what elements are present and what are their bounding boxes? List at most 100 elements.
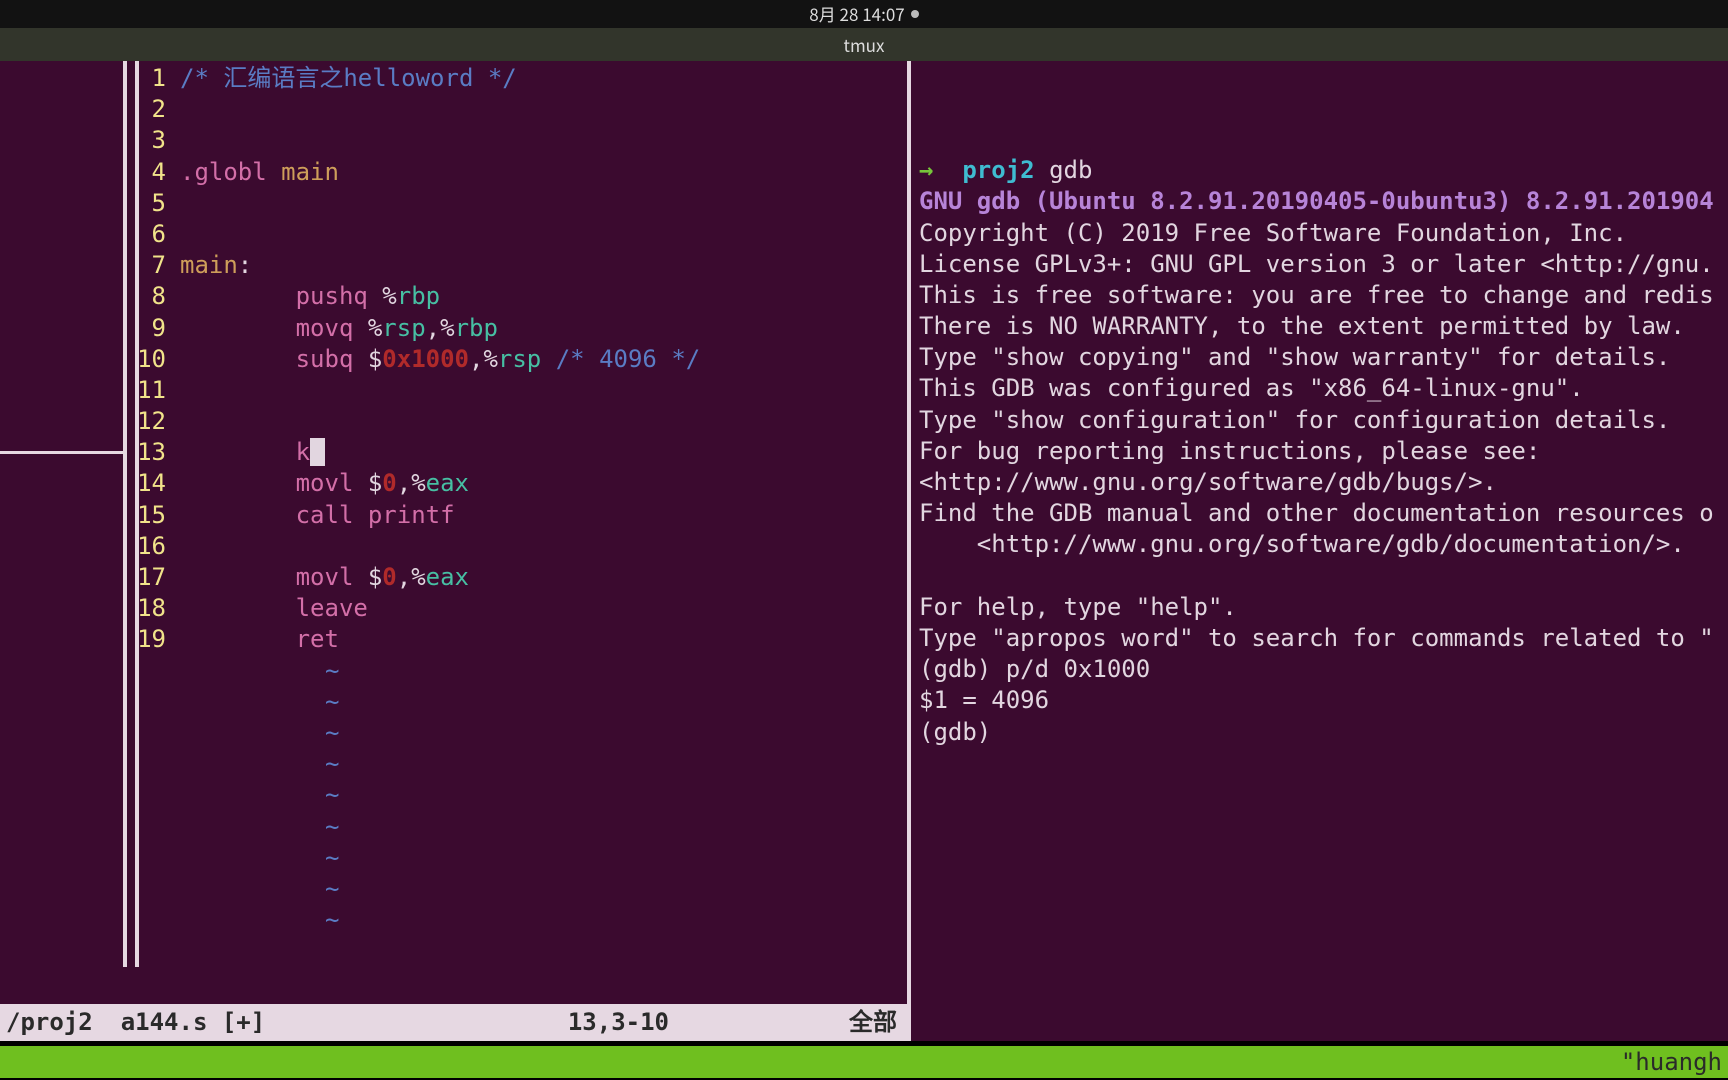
line-number: 9 bbox=[0, 313, 180, 344]
code-line[interactable]: 6 bbox=[0, 219, 907, 250]
code-line[interactable]: 2 bbox=[0, 94, 907, 125]
code-text: pushq %rbp bbox=[180, 281, 907, 312]
terminal-line: Type "show configuration" for configurat… bbox=[919, 405, 1728, 436]
terminal-line: There is NO WARRANTY, to the extent perm… bbox=[919, 311, 1728, 342]
status-filename: a144.s [+] bbox=[121, 1007, 266, 1038]
line-number: 6 bbox=[0, 219, 180, 250]
empty-line: ~ bbox=[0, 812, 907, 843]
line-number: 11 bbox=[0, 375, 180, 406]
clock-text: 8月 28 14:07 bbox=[809, 3, 904, 25]
empty-line: ~ bbox=[0, 780, 907, 811]
code-line[interactable]: 4.globl main bbox=[0, 157, 907, 188]
empty-line: ~ bbox=[0, 749, 907, 780]
terminal-line: <http://www.gnu.org/software/gdb/documen… bbox=[919, 529, 1728, 560]
code-line[interactable]: 1/* 汇编语言之helloword */ bbox=[0, 63, 907, 94]
code-text bbox=[180, 94, 907, 125]
terminal-line: Type "apropos word" to search for comman… bbox=[919, 623, 1728, 654]
empty-line: ~ bbox=[0, 687, 907, 718]
terminal-line: → proj2 gdb bbox=[919, 155, 1728, 186]
terminal-line: For bug reporting instructions, please s… bbox=[919, 436, 1728, 467]
line-number: 3 bbox=[0, 125, 180, 156]
window-titlebar[interactable]: tmux bbox=[0, 28, 1728, 61]
line-number: 19 bbox=[0, 624, 180, 655]
status-position: 13,3-10 bbox=[568, 1007, 669, 1038]
code-text: movl $0,%eax bbox=[180, 562, 907, 593]
code-line[interactable]: 18 leave bbox=[0, 593, 907, 624]
code-line[interactable]: 13 k bbox=[0, 437, 907, 468]
tmux-status-bar: "huangh bbox=[0, 1046, 1728, 1078]
code-text: subq $0x1000,%rsp /* 4096 */ bbox=[180, 344, 907, 375]
indicator-dot-icon bbox=[911, 10, 919, 18]
terminal-line: This is free software: you are free to c… bbox=[919, 280, 1728, 311]
terminal-line: Copyright (C) 2019 Free Software Foundat… bbox=[919, 218, 1728, 249]
line-number: 18 bbox=[0, 593, 180, 624]
code-line[interactable]: 12 bbox=[0, 406, 907, 437]
empty-line: ~ bbox=[0, 656, 907, 687]
line-number: 5 bbox=[0, 188, 180, 219]
code-text: ret bbox=[180, 624, 907, 655]
terminal-line: This GDB was configured as "x86_64-linux… bbox=[919, 373, 1728, 404]
terminal-line: License GPLv3+: GNU GPL version 3 or lat… bbox=[919, 249, 1728, 280]
vim-editor-pane[interactable]: 1/* 汇编语言之helloword */234.globl main567ma… bbox=[0, 61, 907, 1041]
code-line[interactable]: 16 bbox=[0, 531, 907, 562]
code-line[interactable]: 11 bbox=[0, 375, 907, 406]
code-line[interactable]: 8 pushq %rbp bbox=[0, 281, 907, 312]
code-text bbox=[180, 375, 907, 406]
code-line[interactable]: 10 subq $0x1000,%rsp /* 4096 */ bbox=[0, 344, 907, 375]
code-text: main: bbox=[180, 250, 907, 281]
line-number: 15 bbox=[0, 500, 180, 531]
code-line[interactable]: 5 bbox=[0, 188, 907, 219]
code-text: .globl main bbox=[180, 157, 907, 188]
code-line[interactable]: 17 movl $0,%eax bbox=[0, 562, 907, 593]
code-line[interactable]: 14 movl $0,%eax bbox=[0, 468, 907, 499]
line-number: 8 bbox=[0, 281, 180, 312]
gdb-terminal-pane[interactable]: → proj2 gdbGNU gdb (Ubuntu 8.2.91.201904… bbox=[907, 61, 1728, 1041]
code-text: call printf bbox=[180, 500, 907, 531]
code-text bbox=[180, 531, 907, 562]
code-text bbox=[180, 188, 907, 219]
system-menubar: 8月 28 14:07 bbox=[0, 0, 1728, 28]
terminal-line: (gdb) p/d 0x1000 bbox=[919, 654, 1728, 685]
terminal-line bbox=[919, 561, 1728, 592]
line-number: 1 bbox=[0, 63, 180, 94]
terminal-line: (gdb) bbox=[919, 717, 1728, 748]
line-number: 10 bbox=[0, 344, 180, 375]
empty-line: ~ bbox=[0, 843, 907, 874]
line-number: 4 bbox=[0, 157, 180, 188]
empty-line: ~ bbox=[0, 874, 907, 905]
line-number: 16 bbox=[0, 531, 180, 562]
window-title: tmux bbox=[844, 34, 885, 56]
terminal-line: Type "show copying" and "show warranty" … bbox=[919, 342, 1728, 373]
status-cwd: /proj2 bbox=[6, 1007, 93, 1038]
terminal-line: $1 = 4096 bbox=[919, 685, 1728, 716]
line-number: 7 bbox=[0, 250, 180, 281]
empty-line: ~ bbox=[0, 905, 907, 936]
code-text: /* 汇编语言之helloword */ bbox=[180, 63, 907, 94]
status-percent: 全部 bbox=[849, 1007, 897, 1038]
code-line[interactable]: 15 call printf bbox=[0, 500, 907, 531]
terminal-line: <http://www.gnu.org/software/gdb/bugs/>. bbox=[919, 467, 1728, 498]
terminal-line: GNU gdb (Ubuntu 8.2.91.20190405-0ubuntu3… bbox=[919, 186, 1728, 217]
vim-status-line: /proj2 a144.s [+] 13,3-10 全部 bbox=[0, 1004, 907, 1041]
text-cursor-icon bbox=[310, 438, 325, 466]
line-number: 2 bbox=[0, 94, 180, 125]
tmux-status-right: "huangh bbox=[1621, 1047, 1722, 1078]
code-text bbox=[180, 406, 907, 437]
editor-body[interactable]: 1/* 汇编语言之helloword */234.globl main567ma… bbox=[0, 61, 907, 1004]
code-text: movq %rsp,%rbp bbox=[180, 313, 907, 344]
code-text bbox=[180, 125, 907, 156]
line-number: 12 bbox=[0, 406, 180, 437]
code-line[interactable]: 7main: bbox=[0, 250, 907, 281]
line-number: 17 bbox=[0, 562, 180, 593]
line-number: 14 bbox=[0, 468, 180, 499]
code-text: movl $0,%eax bbox=[180, 468, 907, 499]
code-text: leave bbox=[180, 593, 907, 624]
terminal-line: Find the GDB manual and other documentat… bbox=[919, 498, 1728, 529]
code-line[interactable]: 3 bbox=[0, 125, 907, 156]
code-line[interactable]: 9 movq %rsp,%rbp bbox=[0, 313, 907, 344]
code-line[interactable]: 19 ret bbox=[0, 624, 907, 655]
terminal-line: For help, type "help". bbox=[919, 592, 1728, 623]
current-line-marker-icon bbox=[0, 451, 123, 454]
tmux-workspace: 1/* 汇编语言之helloword */234.globl main567ma… bbox=[0, 61, 1728, 1041]
empty-line: ~ bbox=[0, 718, 907, 749]
